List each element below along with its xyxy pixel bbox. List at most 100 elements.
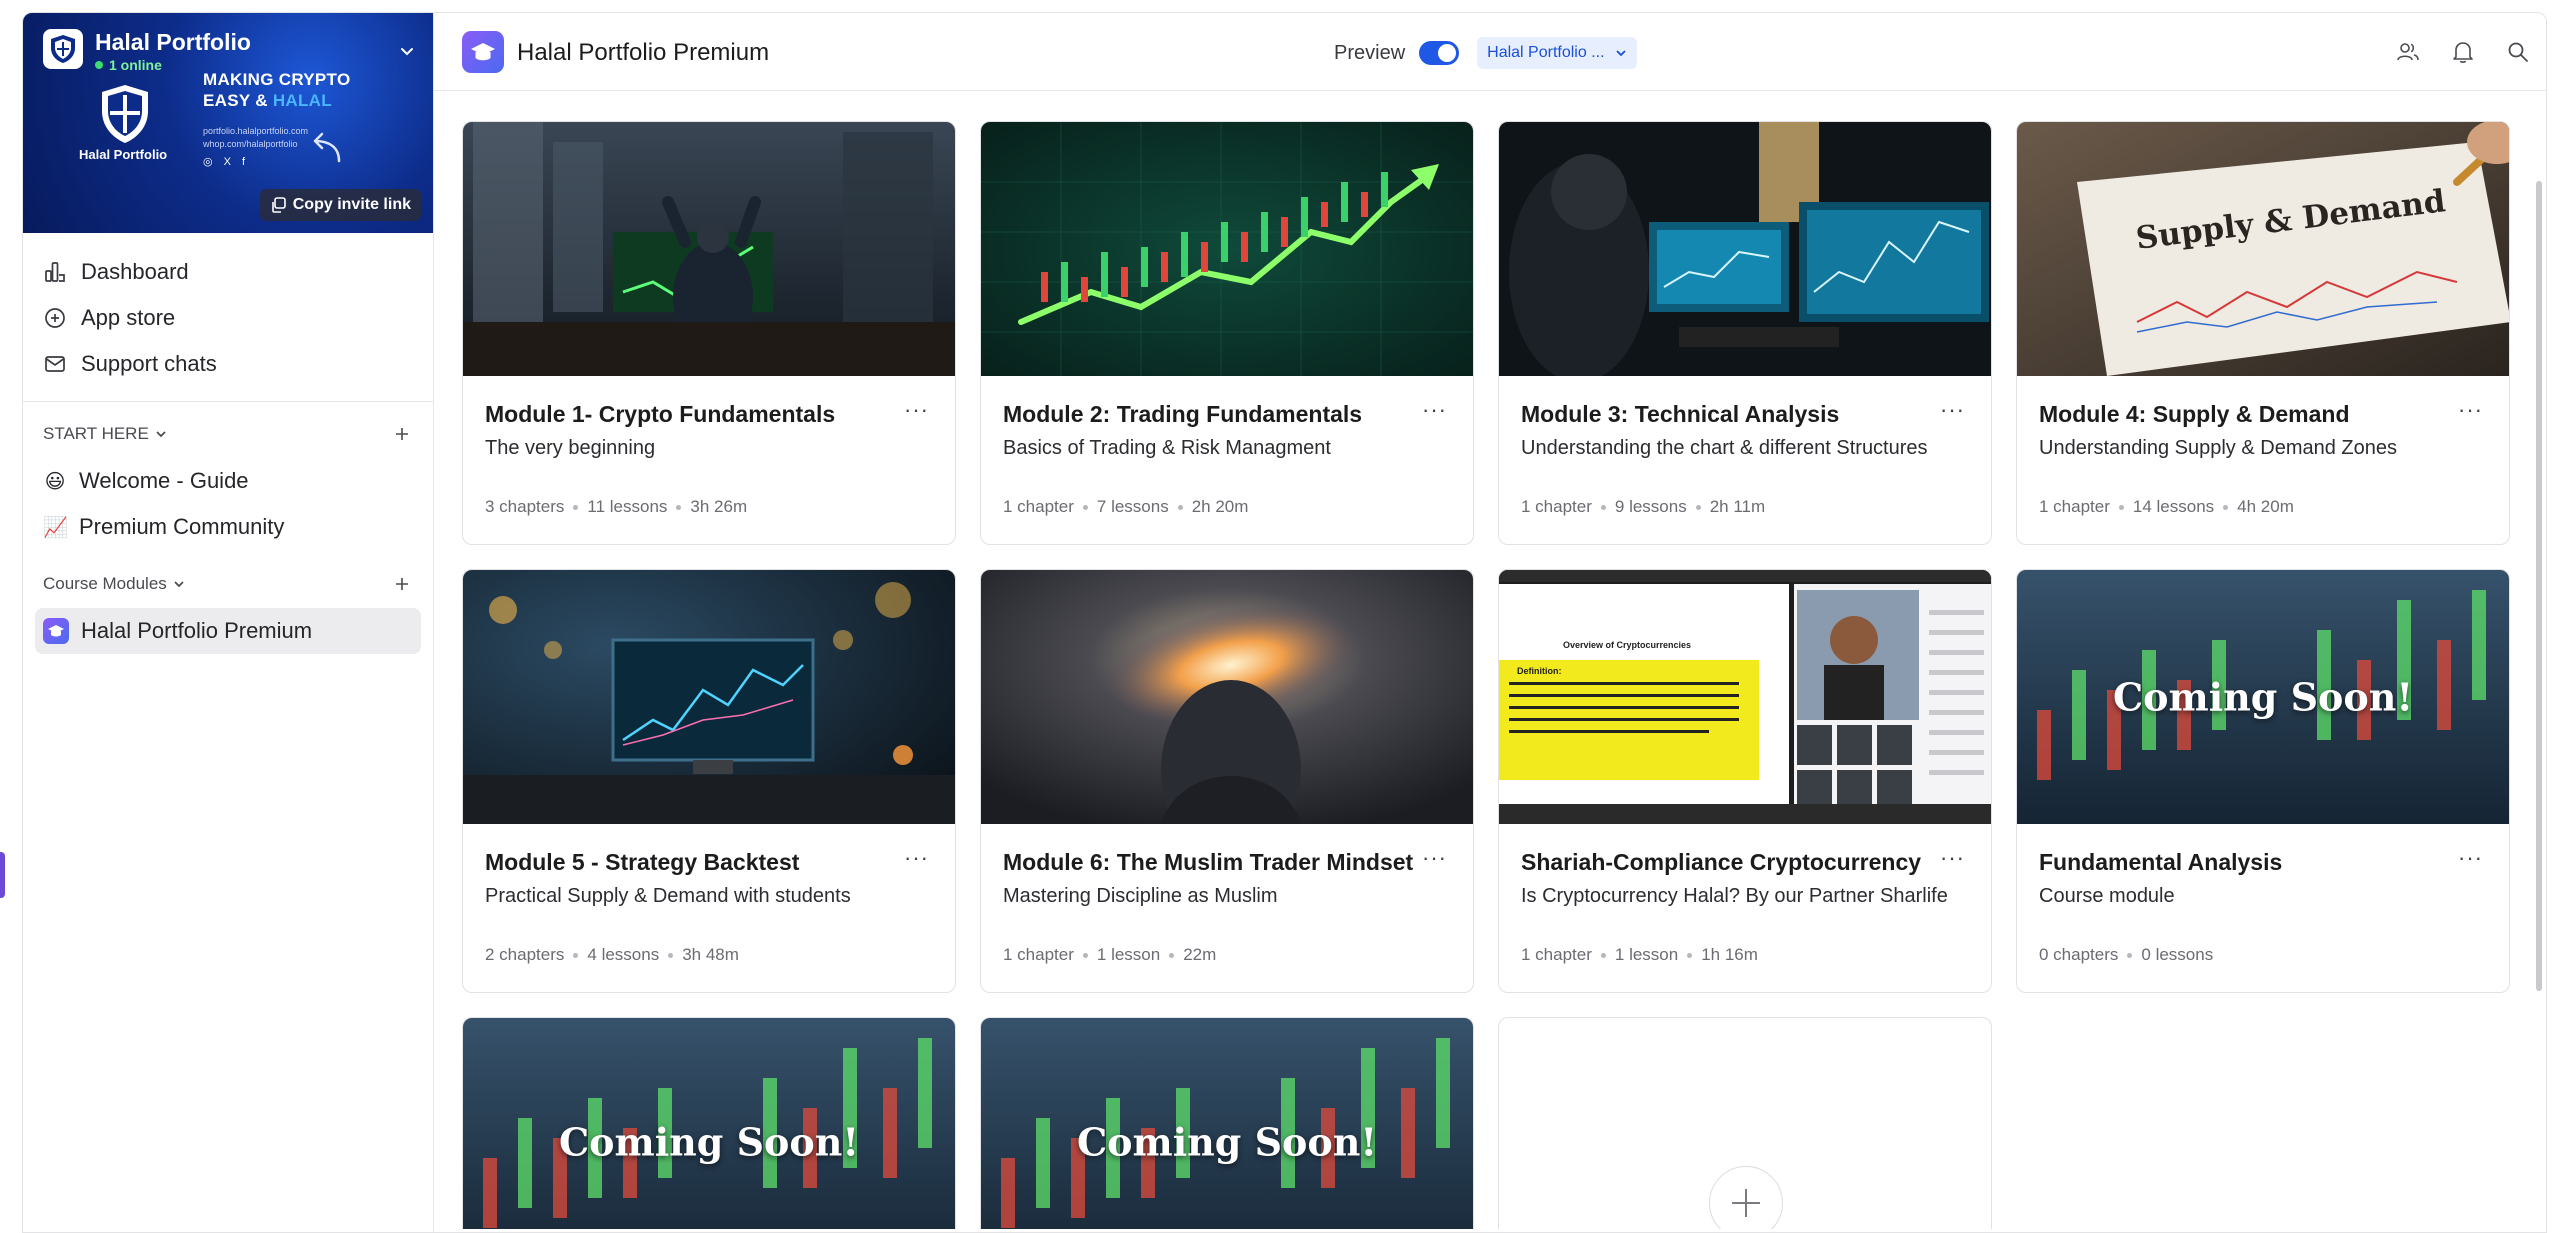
- preview-label: Preview: [1334, 41, 1406, 64]
- more-options-icon[interactable]: ···: [2458, 399, 2483, 421]
- meta-separator: [2127, 952, 2133, 958]
- curved-arrow-icon: [305, 131, 345, 172]
- copy-invite-link-button[interactable]: Copy invite link: [259, 189, 421, 221]
- module-card[interactable]: Overview of Cryptocurrencies Definition:…: [1498, 569, 1992, 993]
- sidebar-item-app-store[interactable]: App store: [35, 295, 421, 341]
- module-chapters: 0 chapters: [2039, 945, 2119, 964]
- module-card[interactable]: Module 2: Trading Fundamentals Basics of…: [980, 121, 1474, 545]
- add-module-card[interactable]: [1498, 1017, 1992, 1229]
- module-card[interactable]: Module 1- Crypto Fundamentals The very b…: [462, 121, 956, 545]
- thumbnail-heading: Overview of Cryptocurrencies: [1563, 640, 1692, 650]
- module-duration: 2h 11m: [1709, 497, 1766, 516]
- section-start-here[interactable]: START HERE: [23, 410, 433, 458]
- members-icon[interactable]: [2393, 37, 2422, 66]
- meta-separator: [1687, 952, 1693, 958]
- smile-emoji-icon: 😃: [44, 470, 66, 493]
- module-lessons: 11 lessons: [587, 497, 668, 516]
- meta-separator: [1177, 504, 1183, 510]
- add-icon[interactable]: [393, 575, 411, 593]
- section-title: START HERE: [43, 424, 149, 443]
- sidebar-item-dashboard[interactable]: Dashboard: [35, 249, 421, 295]
- meta-separator: [676, 504, 682, 510]
- module-card[interactable]: Coming Soon!: [462, 1017, 956, 1229]
- plus-circle-icon: [45, 308, 65, 328]
- module-lessons: 1 lesson: [1096, 945, 1161, 964]
- module-subtitle: The very beginning: [485, 437, 656, 459]
- module-card-body: Module 3: Technical Analysis Understandi…: [1499, 376, 1991, 517]
- view-as-select[interactable]: Halal Portfolio ...: [1477, 37, 1637, 69]
- meta-separator: [1082, 952, 1088, 958]
- coming-soon-label: Coming Soon!: [1076, 1119, 1378, 1165]
- module-thumbnail: Coming Soon!: [2017, 570, 2509, 824]
- workspace-banner[interactable]: Halal Portfolio 1 online Halal Portfolio…: [23, 13, 433, 233]
- tagline-line-2: EASY & HALAL: [203, 90, 350, 111]
- module-duration: 22m: [1183, 945, 1217, 964]
- top-header: Halal Portfolio Premium Preview Halal Po…: [434, 13, 2546, 91]
- add-module-button[interactable]: [1709, 1166, 1783, 1229]
- banner-social-icons: ◎ X f: [203, 156, 250, 168]
- more-options-icon[interactable]: ···: [904, 847, 929, 869]
- module-meta: 1 chapter 7 lessons 2h 20m: [1003, 497, 1451, 517]
- workspace-name: Halal Portfolio: [95, 29, 251, 55]
- search-icon[interactable]: [2503, 37, 2532, 66]
- module-grid: Module 1- Crypto Fundamentals The very b…: [462, 121, 2510, 1229]
- module-card-body: Shariah-Compliance Cryptocurrency Is Cry…: [1499, 824, 1991, 965]
- more-options-icon[interactable]: ···: [1422, 847, 1447, 869]
- module-subtitle: Course module: [2039, 885, 2175, 907]
- graduation-cap-icon: [43, 618, 69, 644]
- bell-icon[interactable]: [2448, 37, 2477, 66]
- preview-controls: Preview Halal Portfolio ...: [1334, 37, 1637, 69]
- module-thumbnail: Coming Soon!: [463, 1018, 955, 1229]
- module-meta: 3 chapters 11 lessons 3h 26m: [485, 497, 933, 517]
- active-workspace-marker: [0, 852, 5, 898]
- more-options-icon[interactable]: ···: [1940, 847, 1965, 869]
- sidebar-item-support-chats[interactable]: Support chats: [35, 341, 421, 387]
- more-options-icon[interactable]: ···: [1422, 399, 1447, 421]
- module-card[interactable]: Module 3: Technical Analysis Understandi…: [1498, 121, 1992, 545]
- sidebar-item-halal-portfolio-premium[interactable]: Halal Portfolio Premium: [35, 608, 421, 654]
- module-meta: 1 chapter 9 lessons 2h 11m: [1521, 497, 1969, 517]
- module-card[interactable]: Supply & Demand Module 4: Supply & Deman…: [2016, 121, 2510, 545]
- more-options-icon[interactable]: ···: [2458, 847, 2483, 869]
- meta-separator: [1082, 504, 1088, 510]
- module-thumbnail: Coming Soon!: [981, 1018, 1473, 1229]
- coming-soon-label: Coming Soon!: [2112, 674, 2414, 720]
- module-card[interactable]: Module 5 - Strategy Backtest Practical S…: [462, 569, 956, 993]
- meta-separator: [1695, 504, 1701, 510]
- meta-separator: [2118, 504, 2124, 510]
- module-lessons: 0 lessons: [2141, 945, 2214, 964]
- more-options-icon[interactable]: ···: [904, 399, 929, 421]
- add-icon[interactable]: [393, 425, 411, 443]
- module-duration: 3h 26m: [690, 497, 748, 516]
- preview-toggle[interactable]: [1419, 41, 1460, 65]
- tagline-line-1: MAKING CRYPTO: [203, 70, 351, 89]
- module-card[interactable]: Module 6: The Muslim Trader Mindset Mast…: [980, 569, 1474, 993]
- meta-separator: [573, 504, 579, 510]
- more-options-icon[interactable]: ···: [1940, 399, 1965, 421]
- meta-separator: [1169, 952, 1175, 958]
- online-count: 1 online: [109, 57, 162, 73]
- sidebar-item-label: Dashboard: [81, 259, 189, 284]
- module-card[interactable]: Coming Soon!: [980, 1017, 1474, 1229]
- module-thumbnail: [463, 122, 955, 376]
- sidebar-item-premium-community[interactable]: 📈 Premium Community: [35, 504, 421, 550]
- module-chapters: 1 chapter: [1521, 945, 1592, 964]
- copy-icon: [271, 197, 286, 213]
- module-subtitle: Mastering Discipline as Muslim: [1003, 885, 1278, 907]
- module-card[interactable]: Coming Soon! Fundamental Analysis Course…: [2016, 569, 2510, 993]
- chevron-down-icon[interactable]: [399, 43, 415, 64]
- module-title: Module 3: Technical Analysis: [1521, 401, 1840, 427]
- section-course-modules[interactable]: Course Modules: [23, 560, 433, 608]
- page-title: Halal Portfolio Premium: [517, 39, 770, 66]
- module-chapters: 1 chapter: [1003, 945, 1074, 964]
- main-scrollbar[interactable]: [2536, 181, 2542, 991]
- module-meta: 1 chapter 14 lessons 4h 20m: [2039, 497, 2487, 517]
- module-card-body: Module 1- Crypto Fundamentals The very b…: [463, 376, 955, 517]
- chart-emoji-icon: 📈: [43, 516, 68, 539]
- module-subtitle: Basics of Trading & Risk Managment: [1003, 437, 1331, 459]
- sidebar-item-welcome-guide[interactable]: 😃 Welcome - Guide: [35, 458, 421, 504]
- graduation-cap-icon: [462, 31, 504, 73]
- workspace-header[interactable]: Halal Portfolio 1 online: [43, 29, 251, 73]
- module-lessons: 4 lessons: [587, 945, 660, 964]
- banner-brand-text: Halal Portfolio: [79, 147, 168, 162]
